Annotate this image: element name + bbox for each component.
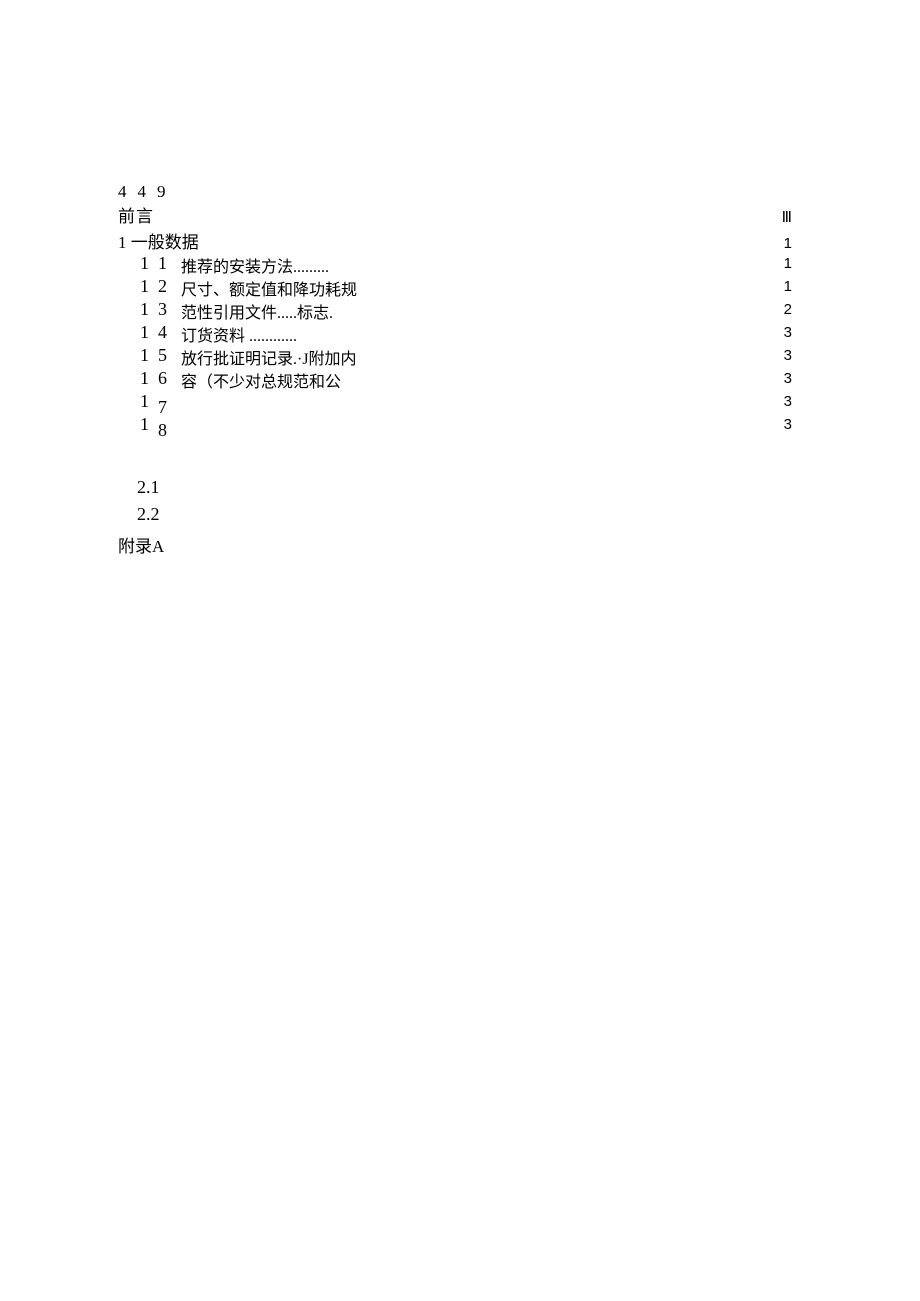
toc-number-minor: 3 bbox=[158, 298, 170, 321]
toc-desc-line: 尺寸、额定值和降功耗规 bbox=[181, 279, 351, 302]
toc-page-number: 3 bbox=[784, 390, 792, 413]
section-1-label: 1 一般数据 bbox=[118, 228, 199, 253]
toc-number-major: 1 bbox=[140, 252, 152, 275]
toc-number-major: 1 bbox=[140, 321, 152, 344]
toc-page-number: 3 bbox=[784, 344, 792, 367]
header-code: 449 bbox=[118, 182, 177, 202]
toc-appendix-a: 附录A bbox=[118, 532, 164, 557]
toc-number-minor: 5 bbox=[158, 344, 170, 367]
toc-number-minor: 7 bbox=[158, 396, 170, 419]
toc-number-minor: 4 bbox=[158, 321, 170, 344]
toc-number-column: 1 1 1 2 1 3 1 4 1 5 1 6 1 7 1 8 bbox=[140, 252, 170, 436]
toc-number-1-6: 1 6 bbox=[140, 367, 170, 390]
toc-number-minor: 1 bbox=[158, 252, 170, 275]
toc-page-number: 3 bbox=[784, 413, 792, 436]
toc-number-major: 1 bbox=[140, 344, 152, 367]
toc-number-1-5: 1 5 bbox=[140, 344, 170, 367]
toc-page-number: 3 bbox=[784, 367, 792, 390]
toc-number-1-2: 1 2 bbox=[140, 275, 170, 298]
toc-row-section-1: 1 一般数据 1 bbox=[118, 228, 792, 253]
toc-desc-line: 推荐的安装方法......... bbox=[181, 256, 351, 279]
toc-page-number: 1 bbox=[784, 252, 792, 275]
toc-desc-line: 容（不少对总规范和公 bbox=[181, 371, 351, 394]
document-page: 449 前言 Ⅲ 1 一般数据 1 1 1 1 2 1 3 1 4 1 5 1 bbox=[0, 0, 920, 1301]
preface-page-number: Ⅲ bbox=[782, 208, 792, 226]
toc-desc-line: 订货资料 ............ bbox=[181, 325, 351, 348]
toc-number-major: 1 bbox=[140, 367, 152, 390]
toc-page-number: 3 bbox=[784, 321, 792, 344]
toc-number-major: 1 bbox=[140, 298, 152, 321]
toc-page-number: 2 bbox=[784, 298, 792, 321]
toc-number-2-2: 2.2 bbox=[137, 504, 160, 525]
toc-number-major: 1 bbox=[140, 275, 152, 298]
preface-label: 前言 bbox=[118, 202, 154, 227]
toc-number-1-1: 1 1 bbox=[140, 252, 170, 275]
toc-number-major: 1 bbox=[140, 390, 152, 413]
toc-number-minor: 8 bbox=[158, 419, 170, 442]
toc-number-1-4: 1 4 bbox=[140, 321, 170, 344]
toc-page-number-column: 1 1 2 3 3 3 3 3 bbox=[784, 252, 792, 436]
toc-description-column: 推荐的安装方法......... 尺寸、额定值和降功耗规 范性引用文件.....… bbox=[181, 256, 351, 394]
toc-number-major: 1 bbox=[140, 413, 152, 436]
toc-number-2-1: 2.1 bbox=[137, 477, 160, 498]
toc-number-1-3: 1 3 bbox=[140, 298, 170, 321]
toc-number-1-7: 1 7 bbox=[140, 390, 170, 413]
toc-desc-line: 范性引用文件.....标志. bbox=[181, 302, 351, 325]
toc-desc-line: 放行批证明记录.·J附加内 bbox=[181, 348, 351, 371]
toc-number-minor: 2 bbox=[158, 275, 170, 298]
toc-page-number: 1 bbox=[784, 275, 792, 298]
toc-number-minor: 6 bbox=[158, 367, 170, 390]
section-1-page-number: 1 bbox=[784, 235, 792, 252]
toc-row-preface: 前言 Ⅲ bbox=[118, 202, 792, 227]
